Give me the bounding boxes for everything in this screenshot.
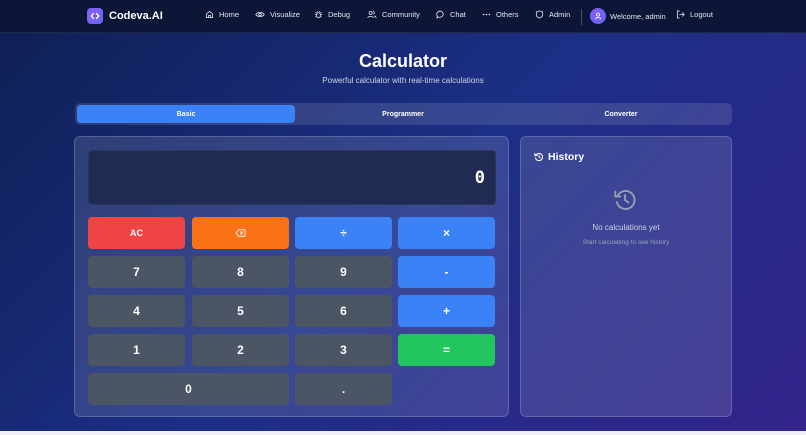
- tab-converter[interactable]: Converter: [512, 105, 730, 123]
- chat-icon: [436, 10, 444, 19]
- bug-icon: [314, 10, 323, 19]
- nav-home-label: Home: [219, 10, 240, 19]
- key-4[interactable]: 4: [88, 295, 185, 327]
- nav-visualize-label: Visualize: [270, 10, 300, 19]
- shield-icon: [535, 10, 544, 19]
- logout-label: Logout: [690, 10, 713, 19]
- key-2[interactable]: 2: [192, 334, 289, 366]
- calculator-panel: 0 AC ÷ × 7 8 9 - 4 5 6 + 1 2 3 = 0 .: [74, 136, 509, 417]
- nav-visualize[interactable]: Visualize: [255, 10, 300, 19]
- nav-divider: [581, 9, 582, 25]
- display-value: 0: [474, 168, 485, 188]
- top-navbar: Codeva.AI Home Visualize Debug Community…: [0, 0, 806, 33]
- history-title: History: [548, 151, 585, 163]
- history-icon: [534, 153, 544, 162]
- equals-button[interactable]: =: [398, 334, 495, 366]
- nav-debug[interactable]: Debug: [314, 10, 350, 19]
- users-icon: [367, 10, 377, 19]
- history-empty-hint: Start calculating to see history: [582, 239, 670, 246]
- welcome-text: Welcome, admin: [610, 12, 666, 21]
- divide-button[interactable]: ÷: [295, 217, 392, 249]
- nav-admin-label: Admin: [549, 10, 571, 19]
- user-icon: [594, 12, 602, 20]
- history-empty-message: No calculations yet: [592, 223, 660, 232]
- nav-chat[interactable]: Chat: [436, 10, 466, 19]
- nav-chat-label: Chat: [450, 10, 466, 19]
- eye-icon: [255, 12, 265, 17]
- key-6[interactable]: 6: [295, 295, 392, 327]
- nav-community-label: Community: [382, 10, 420, 19]
- key-8[interactable]: 8: [192, 256, 289, 288]
- bottom-edge: [0, 431, 806, 435]
- logout-button[interactable]: Logout: [676, 10, 713, 19]
- tab-basic[interactable]: Basic: [77, 105, 295, 123]
- page-title: Calculator: [358, 51, 448, 71]
- key-7[interactable]: 7: [88, 256, 185, 288]
- logout-icon: [676, 10, 685, 19]
- calculator-display: 0: [88, 150, 496, 205]
- key-9[interactable]: 9: [295, 256, 392, 288]
- key-5[interactable]: 5: [192, 295, 289, 327]
- history-empty-icon: [614, 190, 636, 210]
- backspace-button[interactable]: [192, 217, 289, 249]
- dots-icon: [482, 13, 491, 16]
- tab-programmer[interactable]: Programmer: [294, 105, 512, 123]
- history-header: History: [534, 151, 584, 163]
- page-subtitle: Powerful calculator with real-time calcu…: [322, 76, 484, 85]
- history-panel: History No calculations yet Start calcul…: [520, 136, 732, 417]
- nav-others[interactable]: Others: [482, 10, 519, 19]
- brand-logo[interactable]: Codeva.AI: [87, 8, 163, 24]
- decimal-button[interactable]: .: [295, 373, 392, 405]
- nav-debug-label: Debug: [328, 10, 351, 19]
- nav-home[interactable]: Home: [205, 10, 239, 19]
- nav-community[interactable]: Community: [367, 10, 420, 19]
- add-button[interactable]: +: [398, 295, 495, 327]
- nav-others-label: Others: [496, 10, 519, 19]
- brand-name: Codeva.AI: [109, 10, 163, 22]
- key-1[interactable]: 1: [88, 334, 185, 366]
- key-3[interactable]: 3: [295, 334, 392, 366]
- backspace-icon: [235, 229, 246, 237]
- subtract-button[interactable]: -: [398, 256, 495, 288]
- code-icon: [87, 8, 103, 24]
- nav-admin[interactable]: Admin: [535, 10, 570, 19]
- avatar[interactable]: [590, 8, 606, 24]
- key-0[interactable]: 0: [88, 373, 289, 405]
- multiply-button[interactable]: ×: [398, 217, 495, 249]
- clear-button[interactable]: AC: [88, 217, 185, 249]
- mode-tabs: Basic Programmer Converter: [75, 103, 732, 125]
- home-icon: [205, 10, 214, 19]
